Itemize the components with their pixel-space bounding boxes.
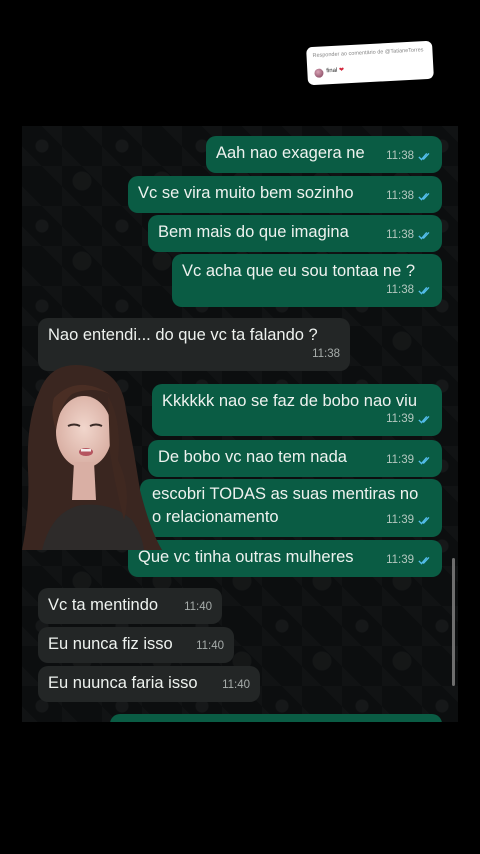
message-text: Bem mais do que imagina	[158, 223, 349, 241]
reply-comment-sticker[interactable]: Responder ao comentário de @TatianeTorre…	[306, 40, 434, 86]
message-meta: 11:38	[386, 280, 432, 301]
message-time: 11:39	[386, 554, 414, 566]
commenter-avatar	[314, 68, 324, 78]
message-bubble[interactable]: Bem mais do que imagina 11:38	[148, 215, 442, 252]
message-text: Kkkkkk nao se faz de bobo nao viu	[162, 392, 417, 410]
message-time: 11:39	[386, 454, 414, 466]
message-text: Vc acha que eu sou tontaa ne ?	[182, 262, 416, 280]
message-text: Eu nunca fiz isso	[48, 635, 173, 653]
message-bubble[interactable]: Aah nao exagera ne 11:38	[206, 136, 442, 173]
double-check-icon	[418, 556, 430, 565]
message-meta: 11:38	[386, 186, 432, 207]
message-text: Que vc tinha outras mulheres	[138, 548, 354, 566]
message-time: 11:40	[222, 679, 250, 691]
message-meta: 11:40	[196, 636, 224, 657]
double-check-icon	[418, 456, 430, 465]
message-time: 11:40	[196, 640, 224, 652]
message-meta: 11:39	[386, 550, 432, 571]
message-bubble[interactable]: Eu nuunca faria isso 11:40	[38, 666, 260, 702]
chat-scrollbar[interactable]	[452, 558, 455, 686]
double-check-icon	[418, 286, 430, 295]
message-time: 11:39	[386, 413, 414, 425]
message-bubble[interactable]: Vc acha que eu sou tontaa ne ? 11:38	[172, 254, 442, 307]
message-meta: 11:40	[222, 675, 250, 696]
message-bubble[interactable]: Kkkkkk nao se faz de bobo nao viu 11:39	[152, 384, 442, 436]
message-time: 11:39	[386, 514, 414, 526]
message-meta: 11:39	[386, 409, 432, 430]
message-bubble[interactable]: Que vc tinha outras mulheres 11:39	[128, 540, 442, 577]
reply-comment-text: final ❤	[326, 66, 344, 74]
message-bubble[interactable]: escobri TODAS as suas mentiras no o rela…	[140, 479, 442, 537]
message-text: Vc se vira muito bem sozinho	[138, 184, 354, 202]
message-meta: 11:39	[386, 450, 432, 471]
message-text: Eu nuunca faria isso	[48, 674, 198, 692]
video-frame: Responder ao comentário de @TatianeTorre…	[0, 0, 480, 854]
message-time: 11:38	[386, 284, 414, 296]
message-meta: 11:38	[312, 344, 340, 365]
message-bubble-partial[interactable]	[110, 714, 442, 722]
message-bubble[interactable]: Vc se vira muito bem sozinho 11:38	[128, 176, 442, 213]
double-check-icon	[418, 231, 430, 240]
double-check-icon	[418, 152, 430, 161]
message-time: 11:40	[184, 601, 212, 613]
message-time: 11:38	[386, 229, 414, 241]
message-text: Vc ta mentindo	[48, 596, 159, 614]
heart-icon: ❤	[338, 67, 345, 74]
message-bubble[interactable]: Eu nunca fiz isso 11:40	[38, 627, 234, 663]
message-time: 11:38	[386, 150, 414, 162]
person-video-overlay	[22, 365, 162, 550]
message-text: escobri TODAS as suas mentiras no	[152, 485, 419, 503]
message-text: Aah nao exagera ne	[216, 144, 365, 162]
message-meta: 11:39	[386, 510, 432, 531]
double-check-icon	[418, 516, 430, 525]
message-meta: 11:38	[386, 146, 432, 167]
reply-sticker-title: Responder ao comentário de @TatianeTorre…	[312, 47, 424, 59]
message-text: Nao entendi... do que vc ta falando ?	[48, 326, 318, 344]
message-time: 11:38	[386, 190, 414, 202]
message-time: 11:38	[312, 348, 340, 360]
double-check-icon	[418, 192, 430, 201]
comment-text: final	[326, 67, 338, 75]
message-meta: 11:40	[184, 597, 212, 618]
message-bubble[interactable]: De bobo vc nao tem nada 11:39	[148, 440, 442, 477]
message-bubble[interactable]: Vc ta mentindo 11:40	[38, 588, 222, 624]
message-meta: 11:38	[386, 225, 432, 246]
message-text: De bobo vc nao tem nada	[158, 448, 347, 466]
double-check-icon	[418, 415, 430, 424]
